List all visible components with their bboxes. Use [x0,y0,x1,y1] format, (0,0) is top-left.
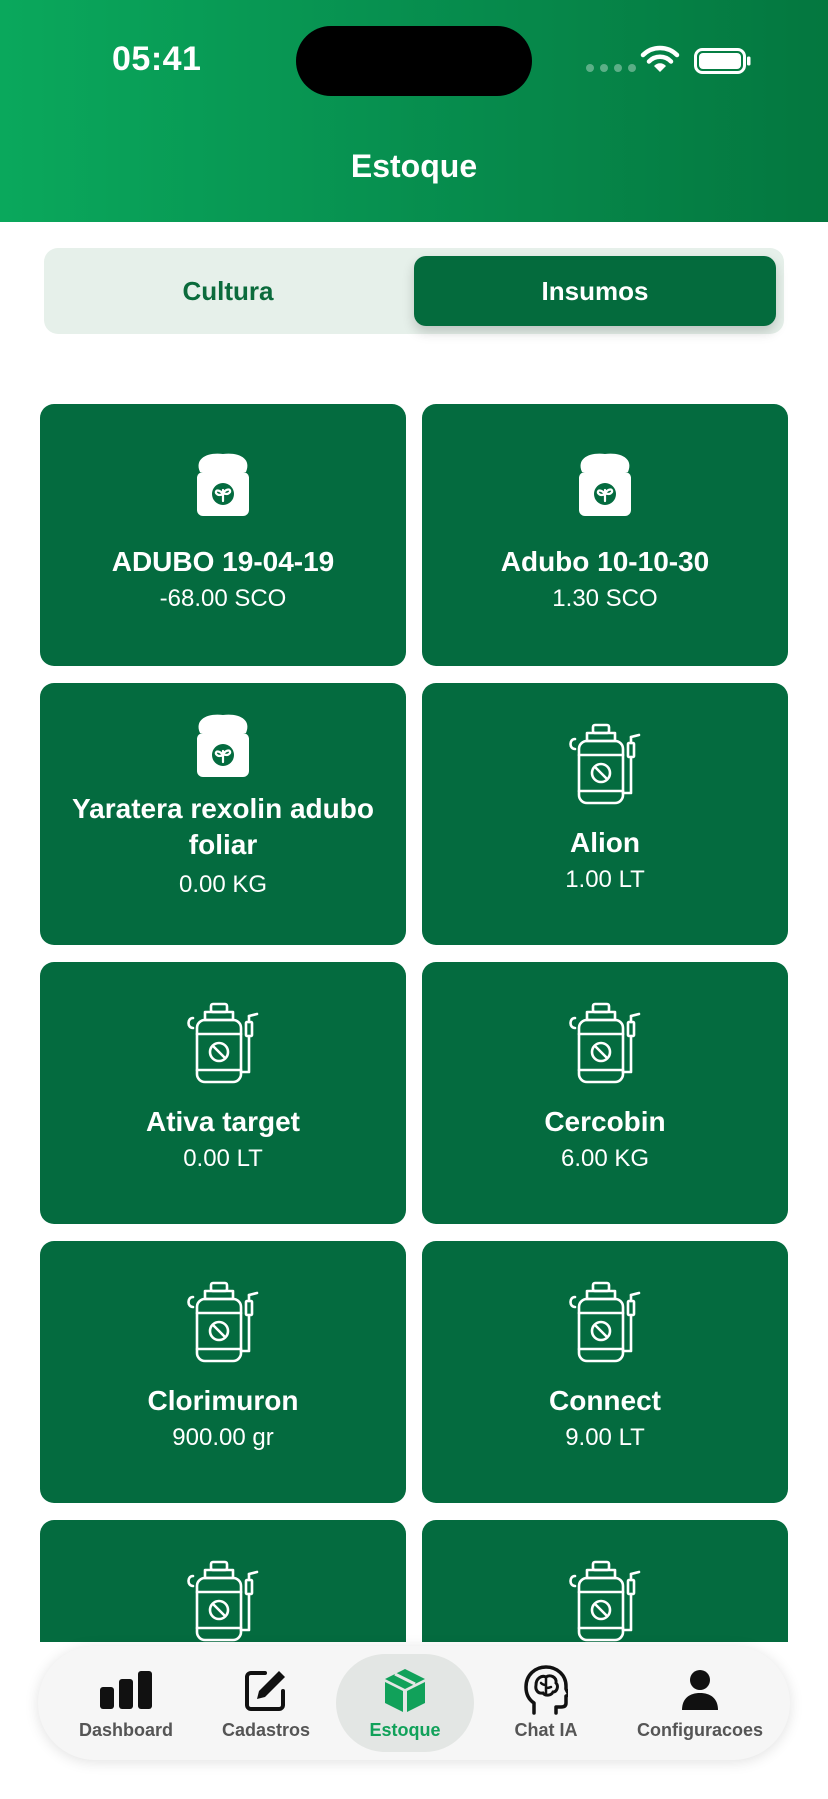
tab-configuracoes[interactable]: Configuracoes [616,1654,784,1752]
sprayer-icon [569,1560,641,1642]
box-icon [381,1666,429,1714]
tab-chat-ia[interactable]: Chat IA [478,1654,614,1752]
stock-item-quantity: 1.30 SCO [552,585,658,612]
category-segmented-control: Cultura Insumos [44,248,784,334]
stock-item-quantity: 900.00 gr [172,1424,274,1451]
stock-card[interactable]: Adubo 10-10-30 1.30 SCO [422,404,788,666]
fertilizer-sack-icon [197,453,249,516]
stock-item-name: Adubo 10-10-30 [500,546,710,577]
tab-estoque[interactable]: Estoque [336,1654,474,1752]
user-icon [680,1666,720,1714]
stock-card[interactable]: Cercobin 6.00 KG [422,962,788,1224]
bar-chart-icon [98,1666,154,1714]
stock-item-name: Connect [549,1385,661,1416]
stock-item-name: Alion [570,827,640,858]
status-time: 05:41 [112,40,202,78]
tab-label: Cadastros [221,1719,311,1740]
edit-icon [243,1666,289,1714]
sprayer-icon [187,1002,259,1084]
dynamic-island [296,26,532,96]
stock-card[interactable] [40,1520,406,1642]
stock-item-quantity: -68.00 SCO [159,585,287,612]
app-header: 05:41 Estoque [0,0,828,222]
tab-label: Chat IA [514,1719,578,1740]
battery-icon [694,48,751,74]
stock-item-name: Ativa target [145,1106,301,1137]
stock-item-name: Clorimuron [147,1385,299,1416]
fertilizer-sack-icon [197,714,249,777]
sprayer-icon [569,723,641,805]
tab-cadastros[interactable]: Cadastros [198,1654,334,1752]
page-title: Estoque [350,148,478,184]
stock-card[interactable]: Clorimuron 900.00 gr [40,1241,406,1503]
tab-dashboard[interactable]: Dashboard [58,1654,194,1752]
cellular-signal-icon [586,64,636,72]
wifi-icon [640,45,680,72]
stock-card[interactable] [422,1520,788,1642]
stock-item-name: ADUBO 19-04-19 [111,546,335,577]
tab-label: Dashboard [78,1719,174,1740]
bottom-tab-bar: Dashboard Cadastros Estoque Chat IA Conf… [38,1646,790,1760]
segment-insumos[interactable]: Insumos [414,256,776,326]
sprayer-icon [187,1560,259,1642]
tab-label: Configuracoes [636,1719,764,1740]
stock-card[interactable]: ADUBO 19-04-19 -68.00 SCO [40,404,406,666]
stock-item-name: Yaratera rexolin adubo foliar [72,793,374,860]
stock-item-quantity: 0.00 KG [178,871,268,898]
fertilizer-sack-icon [579,453,631,516]
stock-card[interactable]: Ativa target 0.00 LT [40,962,406,1224]
stock-item-quantity: 9.00 LT [565,1424,645,1451]
stock-item-quantity: 0.00 LT [183,1145,263,1172]
tab-label: Estoque [369,1719,441,1740]
stock-item-name: Cercobin [544,1106,666,1137]
stock-item-quantity: 6.00 KG [560,1145,650,1172]
sprayer-icon [569,1002,641,1084]
segment-cultura[interactable]: Cultura [52,256,404,326]
stock-card[interactable]: Connect 9.00 LT [422,1241,788,1503]
stock-grid: ADUBO 19-04-19 -68.00 SCO Adubo 10-10-30… [0,380,828,1642]
sprayer-icon [569,1281,641,1363]
stock-item-quantity: 1.00 LT [565,866,645,893]
stock-card[interactable]: Yaratera rexolin adubo foliar 0.00 KG [40,683,406,945]
brain-head-icon [524,1664,568,1715]
stock-card[interactable]: Alion 1.00 LT [422,683,788,945]
sprayer-icon [187,1281,259,1363]
